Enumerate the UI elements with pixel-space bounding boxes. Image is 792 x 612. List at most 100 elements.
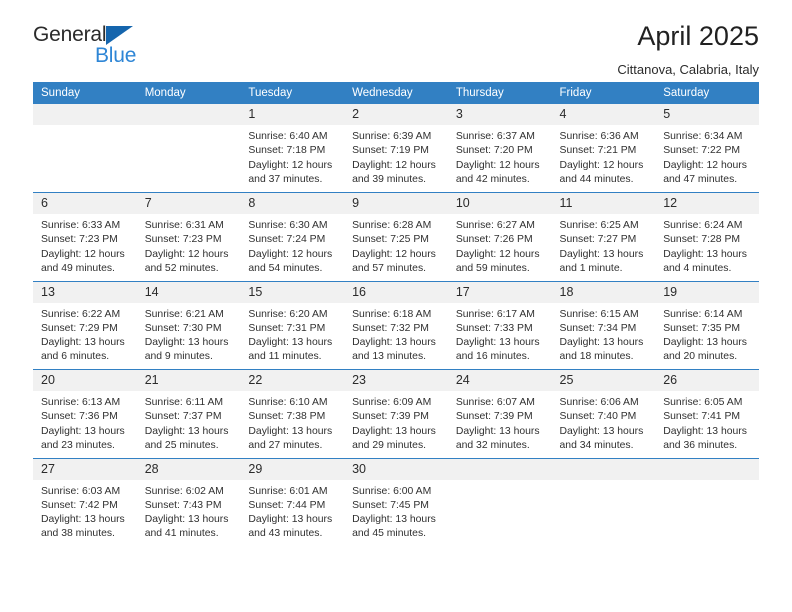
calendar-day-cell[interactable]: 16 Sunrise: 6:18 AM Sunset: 7:32 PM Dayligh… — [344, 280, 448, 370]
page-header: General Blue April 2025 Cittanova, Calab… — [33, 0, 759, 77]
day-details: Sunrise: 6:13 AM Sunset: 7:36 PM Daylight:… — [33, 391, 137, 453]
cell-inner: 24 Sunrise: 6:07 AM Sunset: 7:39 PM Dayligh… — [447, 370, 552, 453]
calendar-day-cell[interactable]: 20 Sunrise: 6:13 AM Sunset: 7:36 PM Dayligh… — [33, 369, 137, 458]
daylight-text-cont: and 38 minutes. — [41, 528, 115, 540]
calendar-day-cell[interactable]: 21 Sunrise: 6:11 AM Sunset: 7:37 PM Dayligh… — [136, 369, 241, 458]
cell-inner: 16 Sunrise: 6:18 AM Sunset: 7:32 PM Dayligh… — [344, 281, 448, 365]
cell-inner: 7 Sunrise: 6:31 AM Sunset: 7:23 PM Daylight… — [136, 193, 241, 276]
daylight-text: Daylight: 13 hours — [559, 425, 644, 437]
day-number: 6 — [33, 193, 137, 214]
cell-inner: 3 Sunrise: 6:37 AM Sunset: 7:20 PM Daylight… — [447, 104, 552, 187]
day-number: 5 — [655, 104, 759, 125]
sunrise-text: Sunrise: 6:40 AM — [248, 131, 328, 142]
calendar-day-cell[interactable]: 22 Sunrise: 6:10 AM Sunset: 7:38 PM Dayligh… — [240, 369, 345, 458]
calendar-day-cell[interactable]: 17 Sunrise: 6:17 AM Sunset: 7:33 PM Dayligh… — [447, 280, 552, 370]
sunrise-text: Sunrise: 6:30 AM — [248, 220, 328, 231]
calendar-day-cell[interactable]: 7 Sunrise: 6:31 AM Sunset: 7:23 PM Daylight… — [136, 192, 241, 281]
day-details: Sunrise: 6:30 AM Sunset: 7:24 PM Daylight:… — [240, 214, 344, 276]
title-block: April 2025 Cittanova, Calabria, Italy — [617, 21, 759, 77]
daylight-text: Daylight: 12 hours — [559, 159, 644, 171]
cell-inner — [551, 458, 656, 485]
day-number — [33, 104, 137, 125]
cell-inner: 23 Sunrise: 6:09 AM Sunset: 7:39 PM Dayligh… — [344, 370, 448, 453]
sunset-text: Sunset: 7:18 PM — [248, 145, 326, 157]
daylight-text: Daylight: 13 hours — [248, 425, 333, 437]
calendar-day-cell[interactable]: 3 Sunrise: 6:37 AM Sunset: 7:20 PM Daylight… — [447, 104, 552, 193]
sunrise-text: Sunrise: 6:24 AM — [663, 220, 743, 231]
daylight-text: Daylight: 13 hours — [144, 514, 229, 526]
sunrise-text: Sunrise: 6:02 AM — [144, 485, 224, 497]
calendar-day-cell[interactable]: 25 Sunrise: 6:06 AM Sunset: 7:40 PM Dayligh… — [551, 369, 656, 458]
calendar-day-cell[interactable]: 13 Sunrise: 6:22 AM Sunset: 7:29 PM Dayligh… — [33, 280, 137, 370]
daylight-text-cont: and 16 minutes. — [455, 351, 530, 363]
day-details: Sunrise: 6:24 AM Sunset: 7:28 PM Daylight:… — [655, 214, 759, 276]
day-number: 3 — [447, 104, 552, 125]
day-details: Sunrise: 6:15 AM Sunset: 7:34 PM Daylight:… — [552, 303, 656, 365]
calendar-day-cell[interactable]: 27 Sunrise: 6:03 AM Sunset: 7:42 PM Dayligh… — [33, 457, 137, 547]
day-number: 11 — [551, 193, 656, 214]
day-details — [655, 480, 759, 485]
calendar-day-cell[interactable]: 2 Sunrise: 6:39 AM Sunset: 7:19 PM Daylight… — [344, 104, 448, 193]
calendar-day-cell[interactable]: 6 Sunrise: 6:33 AM Sunset: 7:23 PM Daylight… — [33, 192, 137, 281]
calendar-day-cell[interactable]: 19 Sunrise: 6:14 AM Sunset: 7:35 PM Dayligh… — [655, 280, 759, 370]
calendar-day-cell[interactable]: 24 Sunrise: 6:07 AM Sunset: 7:39 PM Dayligh… — [447, 369, 552, 458]
daylight-text: Daylight: 13 hours — [41, 337, 125, 349]
calendar-day-cell[interactable]: 14 Sunrise: 6:21 AM Sunset: 7:30 PM Dayligh… — [136, 280, 241, 370]
general-blue-logo[interactable]: General Blue — [33, 24, 153, 72]
sunset-text: Sunset: 7:44 PM — [248, 499, 326, 511]
calendar-day-cell[interactable]: 11 Sunrise: 6:25 AM Sunset: 7:27 PM Dayligh… — [551, 192, 656, 281]
daylight-text: Daylight: 13 hours — [559, 248, 644, 260]
cell-inner: 13 Sunrise: 6:22 AM Sunset: 7:29 PM Dayligh… — [33, 281, 137, 365]
day-details: Sunrise: 6:39 AM Sunset: 7:19 PM Daylight:… — [344, 125, 448, 187]
calendar-cell-empty — [447, 457, 552, 547]
sunset-text: Sunset: 7:24 PM — [248, 234, 326, 246]
calendar-body: 1 Sunrise: 6:40 AM Sunset: 7:18 PM Daylight… — [33, 104, 759, 547]
day-number: 15 — [240, 281, 345, 303]
calendar-day-cell[interactable]: 9 Sunrise: 6:28 AM Sunset: 7:25 PM Daylight… — [344, 192, 448, 281]
cell-inner: 5 Sunrise: 6:34 AM Sunset: 7:22 PM Daylight… — [655, 104, 759, 187]
day-number: 27 — [33, 458, 137, 480]
day-number: 28 — [136, 458, 241, 480]
daylight-text: Daylight: 13 hours — [455, 425, 540, 437]
day-number: 19 — [655, 281, 759, 303]
day-number: 4 — [551, 104, 656, 125]
sunset-text: Sunset: 7:22 PM — [663, 145, 741, 157]
sunrise-text: Sunrise: 6:15 AM — [559, 308, 639, 320]
calendar-day-cell[interactable]: 10 Sunrise: 6:27 AM Sunset: 7:26 PM Dayligh… — [447, 192, 552, 281]
daylight-text-cont: and 43 minutes. — [248, 528, 323, 540]
day-details: Sunrise: 6:01 AM Sunset: 7:44 PM Daylight:… — [240, 480, 344, 542]
daylight-text-cont: and 4 minutes. — [663, 262, 732, 274]
calendar-day-cell[interactable]: 29 Sunrise: 6:01 AM Sunset: 7:44 PM Dayligh… — [240, 457, 345, 547]
daylight-text-cont: and 59 minutes. — [455, 262, 530, 274]
daylight-text: Daylight: 13 hours — [352, 337, 436, 349]
calendar-day-cell[interactable]: 12 Sunrise: 6:24 AM Sunset: 7:28 PM Dayligh… — [655, 192, 759, 281]
calendar-day-cell[interactable]: 5 Sunrise: 6:34 AM Sunset: 7:22 PM Daylight… — [655, 104, 759, 193]
calendar-day-cell[interactable]: 8 Sunrise: 6:30 AM Sunset: 7:24 PM Daylight… — [240, 192, 345, 281]
cell-inner: 15 Sunrise: 6:20 AM Sunset: 7:31 PM Dayligh… — [240, 281, 345, 365]
calendar-cell-empty — [136, 104, 241, 193]
sunrise-text: Sunrise: 6:10 AM — [248, 397, 328, 408]
weekday-header-monday: Monday — [136, 82, 241, 104]
calendar-day-cell[interactable]: 1 Sunrise: 6:40 AM Sunset: 7:18 PM Daylight… — [240, 104, 345, 193]
cell-inner: 21 Sunrise: 6:11 AM Sunset: 7:37 PM Dayligh… — [136, 370, 241, 453]
calendar-day-cell[interactable]: 28 Sunrise: 6:02 AM Sunset: 7:43 PM Dayligh… — [136, 457, 241, 547]
calendar-day-cell[interactable]: 23 Sunrise: 6:09 AM Sunset: 7:39 PM Dayligh… — [344, 369, 448, 458]
daylight-text-cont: and 20 minutes. — [663, 351, 738, 363]
page-title: April 2025 — [637, 21, 759, 51]
sunrise-text: Sunrise: 6:34 AM — [663, 131, 743, 142]
cell-inner: 6 Sunrise: 6:33 AM Sunset: 7:23 PM Daylight… — [33, 193, 137, 276]
daylight-text-cont: and 37 minutes. — [248, 173, 323, 185]
calendar-week-row: 20 Sunrise: 6:13 AM Sunset: 7:36 PM Dayligh… — [33, 369, 759, 458]
daylight-text: Daylight: 13 hours — [248, 337, 333, 349]
sunrise-text: Sunrise: 6:31 AM — [144, 220, 224, 231]
calendar-day-cell[interactable]: 26 Sunrise: 6:05 AM Sunset: 7:41 PM Dayligh… — [655, 369, 759, 458]
calendar-day-cell[interactable]: 18 Sunrise: 6:15 AM Sunset: 7:34 PM Dayligh… — [551, 280, 656, 370]
calendar-day-cell[interactable]: 15 Sunrise: 6:20 AM Sunset: 7:31 PM Dayligh… — [240, 280, 345, 370]
cell-inner: 25 Sunrise: 6:06 AM Sunset: 7:40 PM Dayligh… — [551, 370, 656, 453]
calendar-day-cell[interactable]: 30 Sunrise: 6:00 AM Sunset: 7:45 PM Dayligh… — [344, 457, 448, 547]
cell-inner: 26 Sunrise: 6:05 AM Sunset: 7:41 PM Dayligh… — [655, 370, 759, 453]
day-number: 17 — [447, 281, 552, 303]
calendar-day-cell[interactable]: 4 Sunrise: 6:36 AM Sunset: 7:21 PM Daylight… — [551, 104, 656, 193]
day-number: 20 — [33, 370, 137, 391]
daylight-text: Daylight: 12 hours — [41, 248, 125, 260]
